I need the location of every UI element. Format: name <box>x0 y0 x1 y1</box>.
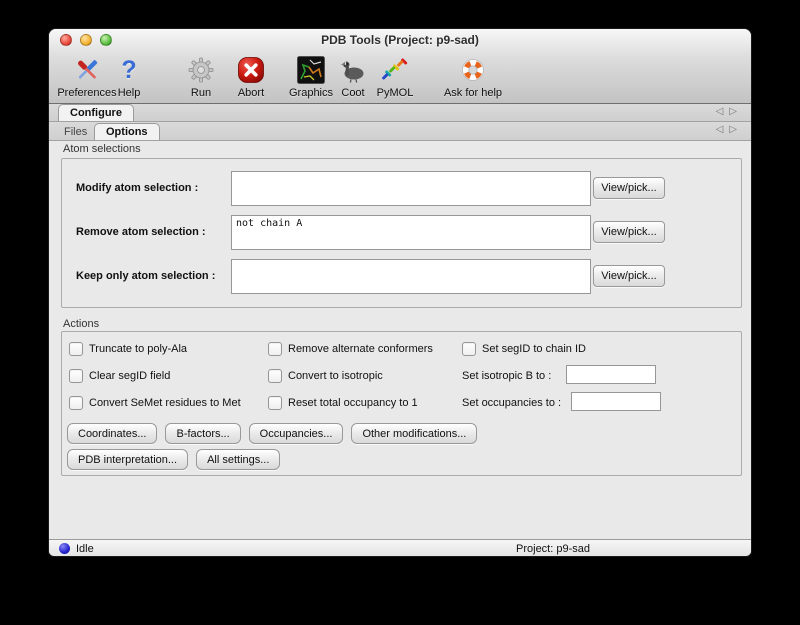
checkbox-convert-semet-to-met[interactable]: Convert SeMet residues to Met <box>69 396 241 410</box>
tab-scroll-right-icon[interactable]: ▷ <box>729 106 743 117</box>
checkbox-clear-segid-field[interactable]: Clear segID field <box>69 369 170 383</box>
help-icon: ? <box>118 54 141 86</box>
checkbox-label: Convert SeMet residues to Met <box>89 397 241 409</box>
toolbar-label: PyMOL <box>377 87 414 99</box>
coordinates-button[interactable]: Coordinates... <box>67 423 157 444</box>
checkbox-label: Reset total occupancy to 1 <box>288 397 418 409</box>
toolbar-label: Coot <box>338 87 368 99</box>
all-settings-button[interactable]: All settings... <box>196 449 280 470</box>
toolbar-graphics-button[interactable]: Graphics <box>289 54 333 99</box>
checkbox-label: Set segID to chain ID <box>482 343 586 355</box>
checkbox-box[interactable] <box>268 369 282 383</box>
checkbox-box[interactable] <box>268 396 282 410</box>
toolbar-help-button[interactable]: ? Help <box>118 54 141 99</box>
keep-only-selection-input[interactable] <box>231 259 591 294</box>
toolbar: Preferences ? Help <box>49 51 751 104</box>
graphics-molecule-icon <box>289 54 333 86</box>
modify-viewpick-button[interactable]: View/pick... <box>593 177 665 199</box>
remove-selection-input[interactable]: not chain A <box>231 215 591 250</box>
checkbox-convert-to-isotropic[interactable]: Convert to isotropic <box>268 369 383 383</box>
occupancies-button[interactable]: Occupancies... <box>249 423 344 444</box>
toolbar-run-button[interactable]: Run <box>187 54 215 99</box>
toolbar-label: Run <box>187 87 215 99</box>
set-isotropic-b-label: Set isotropic B to : <box>462 370 551 382</box>
status-idle-dot-icon <box>59 543 70 554</box>
tab-configure[interactable]: Configure <box>58 104 134 121</box>
checkbox-set-segid-to-chain-id[interactable]: Set segID to chain ID <box>462 342 586 356</box>
set-occupancies-input[interactable] <box>571 392 661 411</box>
options-panel: Atom selections Modify atom selection : … <box>49 141 751 539</box>
tab-scroll-left-icon[interactable]: ◁ <box>716 124 730 135</box>
tab-scroll-arrows: ◁▷ <box>716 106 743 117</box>
inner-tabstrip: Files Options ◁▷ <box>49 122 751 141</box>
status-text: Idle <box>76 543 94 555</box>
pdb-tools-window: PDB Tools (Project: p9-sad) <box>48 28 752 557</box>
modify-selection-input[interactable] <box>231 171 591 206</box>
checkbox-label: Truncate to poly-Ala <box>89 343 187 355</box>
checkbox-reset-total-occupancy[interactable]: Reset total occupancy to 1 <box>268 396 418 410</box>
outer-tabstrip: Configure ◁▷ <box>49 104 751 122</box>
tab-files[interactable]: Files <box>53 124 98 140</box>
pdb-interpretation-button[interactable]: PDB interpretation... <box>67 449 188 470</box>
b-factors-button[interactable]: B-factors... <box>165 423 240 444</box>
gear-icon <box>187 54 215 86</box>
checkbox-box[interactable] <box>268 342 282 356</box>
tab-scroll-right-icon[interactable]: ▷ <box>729 124 743 135</box>
toolbar-pymol-button[interactable]: PyMOL <box>377 54 414 99</box>
abort-icon <box>237 54 265 86</box>
window-title: PDB Tools (Project: p9-sad) <box>49 33 751 47</box>
set-occupancies-label: Set occupancies to : <box>462 397 561 409</box>
tab-scroll-arrows: ◁▷ <box>716 124 743 135</box>
actions-button-row-1: Coordinates... B-factors... Occupancies.… <box>67 423 477 444</box>
toolbar-label: Ask for help <box>444 87 502 99</box>
window-chrome: PDB Tools (Project: p9-sad) <box>49 29 751 104</box>
checkbox-box[interactable] <box>69 342 83 356</box>
toolbar-label: Abort <box>237 87 265 99</box>
checkbox-box[interactable] <box>69 396 83 410</box>
remove-viewpick-button[interactable]: View/pick... <box>593 221 665 243</box>
checkbox-label: Remove alternate conformers <box>288 343 433 355</box>
checkbox-remove-alternate-conformers[interactable]: Remove alternate conformers <box>268 342 433 356</box>
keep-only-viewpick-button[interactable]: View/pick... <box>593 265 665 287</box>
toolbar-label: Graphics <box>289 87 333 99</box>
lifesaver-icon <box>444 54 502 86</box>
toolbar-preferences-button[interactable]: Preferences <box>57 54 116 99</box>
checkbox-label: Clear segID field <box>89 370 170 382</box>
titlebar[interactable]: PDB Tools (Project: p9-sad) <box>49 29 751 51</box>
checkbox-truncate-poly-ala[interactable]: Truncate to poly-Ala <box>69 342 187 356</box>
set-isotropic-b-input[interactable] <box>566 365 656 384</box>
checkbox-label: Convert to isotropic <box>288 370 383 382</box>
toolbar-label: Help <box>118 87 141 99</box>
tab-options[interactable]: Options <box>94 123 160 140</box>
actions-button-row-2: PDB interpretation... All settings... <box>67 449 280 470</box>
statusbar: Idle Project: p9-sad <box>49 539 751 557</box>
actions-group-label: Actions <box>63 318 99 330</box>
keep-only-selection-label: Keep only atom selection : <box>76 270 215 282</box>
toolbar-coot-button[interactable]: Coot <box>338 54 368 99</box>
toolbar-ask-for-help-button[interactable]: Ask for help <box>444 54 502 99</box>
preferences-icon <box>57 54 116 86</box>
project-label: Project: p9-sad <box>516 543 590 555</box>
checkbox-box[interactable] <box>462 342 476 356</box>
remove-selection-label: Remove atom selection : <box>76 226 206 238</box>
toolbar-label: Preferences <box>57 87 116 99</box>
pymol-helix-icon <box>377 54 414 86</box>
coot-bird-icon <box>338 54 368 86</box>
other-modifications-button[interactable]: Other modifications... <box>351 423 477 444</box>
toolbar-abort-button[interactable]: Abort <box>237 54 265 99</box>
checkbox-box[interactable] <box>69 369 83 383</box>
modify-selection-label: Modify atom selection : <box>76 182 198 194</box>
atom-selections-group-label: Atom selections <box>63 143 141 155</box>
tab-scroll-left-icon[interactable]: ◁ <box>716 106 730 117</box>
